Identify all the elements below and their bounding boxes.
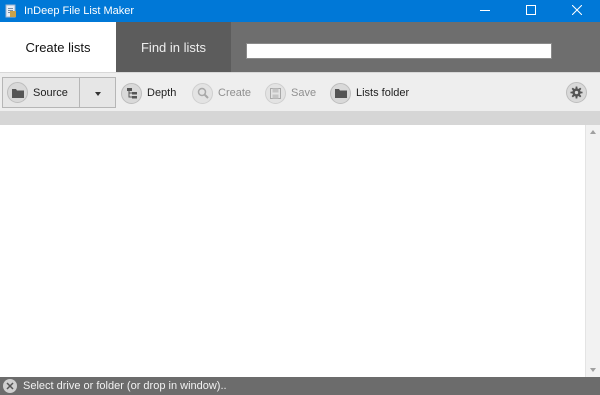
document-icon [4,4,18,18]
create-label: Create [218,87,252,99]
caret-down-icon [94,87,101,99]
gear-icon [566,82,587,103]
tab-bar: Create lists Find in lists [0,22,600,72]
vertical-scrollbar[interactable] [585,125,600,377]
source-button[interactable]: Source [3,78,80,107]
status-bar: Select drive or folder (or drop in windo… [0,377,600,395]
window-title: InDeep File List Maker [24,5,135,17]
file-list-area[interactable] [0,125,585,377]
minimize-button[interactable] [462,0,508,22]
tab-find-in-lists[interactable]: Find in lists [116,22,231,72]
settings-button[interactable] [566,82,587,103]
tab-create-lists[interactable]: Create lists [0,22,116,72]
scroll-up-icon[interactable] [590,130,596,134]
magnifier-icon [192,82,213,104]
status-text: Select drive or folder (or drop in windo… [23,380,227,392]
lists-folder-label: Lists folder [356,87,410,99]
lists-folder-button[interactable]: Lists folder [330,82,409,104]
save-label: Save [291,87,317,99]
maximize-button[interactable] [508,0,554,22]
search-input[interactable] [246,43,552,59]
floppy-icon [265,82,286,104]
window-controls [462,0,600,22]
close-icon [571,4,583,18]
title-bar[interactable]: InDeep File List Maker [0,0,600,22]
folder-icon [330,82,351,104]
folder-icon [7,82,28,103]
source-split-button: Source [2,77,116,108]
toolbar: Source Depth Create Save Lists folder [0,72,600,111]
scroll-down-icon[interactable] [590,368,596,372]
source-dropdown-button[interactable] [80,78,115,107]
list-header-strip [0,111,600,125]
source-label: Source [33,86,68,99]
maximize-icon [526,4,536,18]
tree-icon [121,82,142,104]
depth-label: Depth [147,87,177,99]
error-x-icon [3,379,17,393]
create-button[interactable]: Create [192,82,251,104]
depth-button[interactable]: Depth [121,82,176,104]
minimize-icon [480,5,490,18]
save-button[interactable]: Save [265,82,316,104]
close-button[interactable] [554,0,600,22]
